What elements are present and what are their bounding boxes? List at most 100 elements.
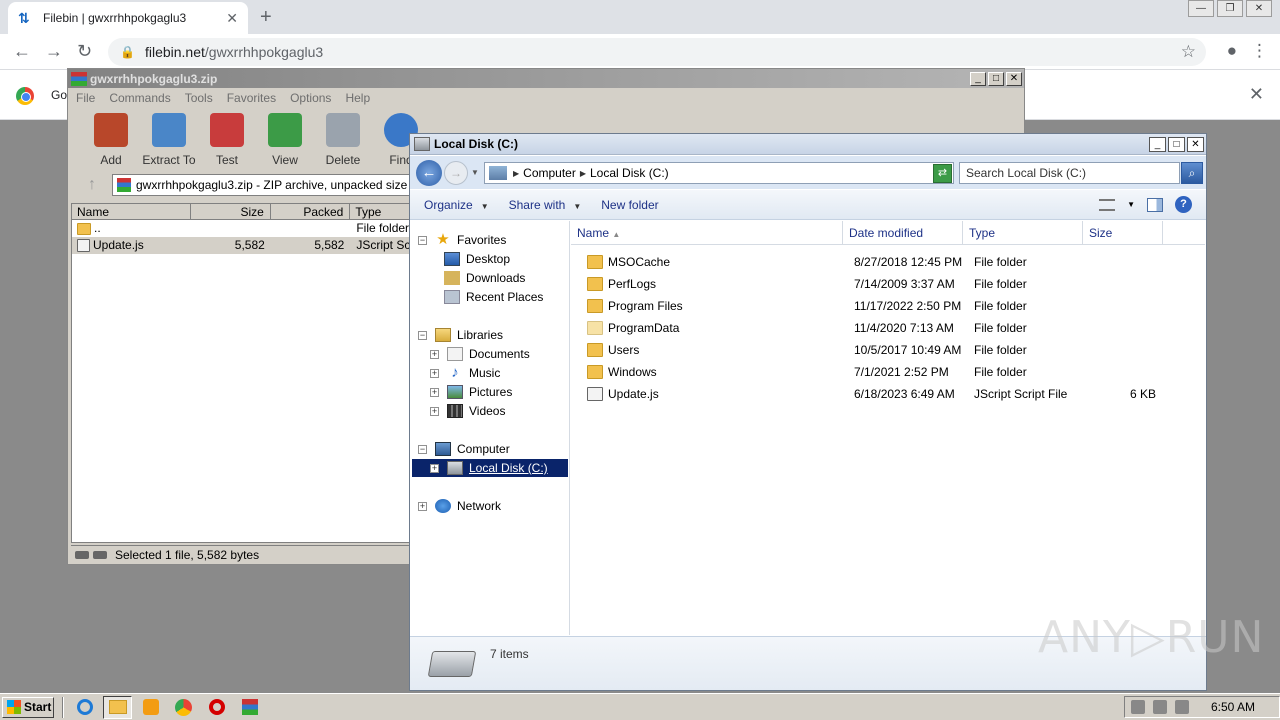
tree-local-disk[interactable]: + Local Disk (C:) bbox=[412, 459, 568, 477]
taskbar-opera[interactable] bbox=[202, 696, 231, 719]
taskbar-media-player[interactable] bbox=[136, 696, 165, 719]
expand-icon[interactable]: + bbox=[430, 406, 439, 416]
column-size[interactable]: Size bbox=[1083, 221, 1163, 244]
browser-tab[interactable]: ⇅ Filebin | gwxrrhhpokgaglu3 ✕ bbox=[8, 2, 248, 34]
tree-videos[interactable]: + Videos bbox=[430, 402, 505, 420]
list-item[interactable]: .. File folder bbox=[72, 220, 410, 237]
menu-tools[interactable]: Tools bbox=[185, 91, 213, 105]
collapse-icon[interactable]: − bbox=[418, 444, 427, 454]
column-type[interactable]: Type bbox=[963, 221, 1083, 244]
clock[interactable]: 6:50 AM bbox=[1211, 700, 1255, 714]
network-tray-icon[interactable] bbox=[1153, 700, 1167, 714]
flag-icon[interactable] bbox=[1175, 700, 1189, 714]
start-button[interactable]: Start bbox=[2, 696, 54, 718]
winrar-titlebar[interactable]: gwxrrhhpokgaglu3.zip _ □ ✕ bbox=[68, 69, 1024, 88]
breadcrumb-computer[interactable]: Computer bbox=[523, 166, 576, 180]
menu-kebab-icon[interactable]: ⋮ bbox=[1251, 41, 1268, 61]
search-input[interactable]: Search Local Disk (C:) bbox=[959, 162, 1180, 184]
profile-icon[interactable]: ● bbox=[1227, 41, 1237, 61]
menu-commands[interactable]: Commands bbox=[109, 91, 170, 105]
minimize-button[interactable]: — bbox=[1188, 0, 1214, 17]
winrar-maximize-button[interactable]: □ bbox=[988, 71, 1004, 86]
menu-help[interactable]: Help bbox=[345, 91, 370, 105]
extract-to-button[interactable]: Extract To bbox=[140, 113, 198, 171]
back-button[interactable]: ← bbox=[416, 159, 442, 186]
file-row[interactable]: Windows 7/1/2021 2:52 PM File folder bbox=[571, 362, 1191, 382]
reload-icon[interactable]: ↻ bbox=[77, 41, 92, 62]
file-row[interactable]: Update.js 6/18/2023 6:49 AM JScript Scri… bbox=[571, 384, 1191, 404]
tree-music[interactable]: + ♪ Music bbox=[430, 364, 500, 382]
close-button[interactable]: ✕ bbox=[1246, 0, 1272, 17]
expand-icon[interactable]: + bbox=[430, 349, 439, 359]
back-arrow-icon[interactable]: ← bbox=[13, 41, 31, 62]
list-item[interactable]: Update.js 5,582 5,582 JScript Scr bbox=[72, 237, 410, 254]
winrar-close-button[interactable]: ✕ bbox=[1006, 71, 1022, 86]
explorer-close-button[interactable]: ✕ bbox=[1187, 136, 1204, 152]
tree-computer[interactable]: − Computer bbox=[418, 440, 510, 458]
expand-icon[interactable]: + bbox=[430, 368, 439, 378]
file-row[interactable]: Program Files 11/17/2022 2:50 PM File fo… bbox=[571, 296, 1191, 316]
recent-pages-dropdown[interactable]: ▼ bbox=[471, 168, 479, 177]
up-folder-icon[interactable]: ↑ bbox=[72, 176, 112, 194]
expand-icon[interactable]: + bbox=[430, 463, 439, 473]
winrar-minimize-button[interactable]: _ bbox=[970, 71, 986, 86]
explorer-maximize-button[interactable]: □ bbox=[1168, 136, 1185, 152]
tree-libraries[interactable]: − Libraries bbox=[418, 326, 503, 344]
taskbar-chrome[interactable] bbox=[169, 696, 198, 719]
file-row[interactable]: MSOCache 8/27/2018 12:45 PM File folder bbox=[571, 252, 1191, 272]
test-button[interactable]: Test bbox=[198, 113, 256, 171]
menu-favorites[interactable]: Favorites bbox=[227, 91, 276, 105]
taskbar-explorer[interactable] bbox=[103, 695, 132, 719]
file-row[interactable]: Users 10/5/2017 10:49 AM File folder bbox=[571, 340, 1191, 360]
help-icon[interactable]: ? bbox=[1175, 196, 1192, 213]
tree-favorites[interactable]: − ★ Favorites bbox=[418, 231, 506, 249]
volume-icon[interactable] bbox=[1131, 700, 1145, 714]
forward-button[interactable]: → bbox=[444, 160, 468, 185]
add-button[interactable]: Add bbox=[82, 113, 140, 171]
file-row[interactable]: ProgramData 11/4/2020 7:13 AM File folde… bbox=[571, 318, 1191, 338]
tree-desktop[interactable]: Desktop bbox=[444, 250, 510, 268]
explorer-titlebar[interactable]: Local Disk (C:) _ □ ✕ bbox=[410, 134, 1206, 155]
column-name[interactable]: Name bbox=[72, 204, 192, 219]
address-breadcrumb[interactable]: ▶ Computer ▶ Local Disk (C:) ▼ bbox=[484, 162, 954, 184]
tree-documents[interactable]: + Documents bbox=[430, 345, 530, 363]
taskbar-ie[interactable] bbox=[70, 696, 99, 719]
column-name[interactable]: Name ▲ bbox=[571, 221, 843, 244]
change-view-icon[interactable] bbox=[1099, 198, 1116, 211]
taskbar-winrar[interactable] bbox=[235, 696, 264, 719]
new-tab-button[interactable]: + bbox=[260, 6, 272, 29]
delete-button[interactable]: Delete bbox=[314, 113, 372, 171]
explorer-minimize-button[interactable]: _ bbox=[1149, 136, 1166, 152]
refresh-button[interactable]: ⇄ bbox=[933, 164, 952, 183]
view-button[interactable]: View bbox=[256, 113, 314, 171]
breadcrumb-local-disk[interactable]: Local Disk (C:) bbox=[590, 166, 669, 180]
view-dropdown-icon[interactable]: ▼ bbox=[1127, 200, 1135, 209]
bookmark-star-icon[interactable]: ☆ bbox=[1181, 42, 1196, 62]
column-type[interactable]: Type bbox=[350, 204, 410, 219]
address-bar[interactable]: 🔒 filebin.net/gwxrrhhpokgaglu3 ☆ bbox=[108, 38, 1206, 66]
column-packed[interactable]: Packed bbox=[271, 204, 351, 219]
menu-options[interactable]: Options bbox=[290, 91, 331, 105]
preview-pane-icon[interactable] bbox=[1147, 197, 1163, 212]
column-date-modified[interactable]: Date modified bbox=[843, 221, 963, 244]
expand-icon[interactable]: + bbox=[418, 501, 427, 511]
share-with-button[interactable]: Share with ▼ bbox=[509, 198, 582, 212]
expand-icon[interactable]: + bbox=[430, 387, 439, 397]
tree-network[interactable]: + Network bbox=[418, 497, 501, 515]
organize-button[interactable]: Organize ▼ bbox=[424, 198, 489, 212]
tree-pictures[interactable]: + Pictures bbox=[430, 383, 512, 401]
tree-recent-places[interactable]: Recent Places bbox=[444, 288, 543, 306]
search-icon[interactable]: ⌕ bbox=[1181, 162, 1203, 184]
infobar-close-icon[interactable]: ✕ bbox=[1249, 84, 1264, 105]
tree-downloads[interactable]: Downloads bbox=[444, 269, 525, 287]
archive-path-field[interactable]: gwxrrhhpokgaglu3.zip - ZIP archive, unpa… bbox=[112, 174, 412, 196]
menu-file[interactable]: File bbox=[76, 91, 95, 105]
collapse-icon[interactable]: − bbox=[418, 330, 427, 340]
maximize-button[interactable]: ❐ bbox=[1217, 0, 1243, 17]
file-row[interactable]: PerfLogs 7/14/2009 3:37 AM File folder bbox=[571, 274, 1191, 294]
column-size[interactable]: Size bbox=[191, 204, 271, 219]
new-folder-button[interactable]: New folder bbox=[601, 198, 658, 212]
collapse-icon[interactable]: − bbox=[418, 235, 427, 245]
tab-close-icon[interactable]: ✕ bbox=[226, 10, 238, 27]
forward-arrow-icon[interactable]: → bbox=[45, 41, 63, 62]
